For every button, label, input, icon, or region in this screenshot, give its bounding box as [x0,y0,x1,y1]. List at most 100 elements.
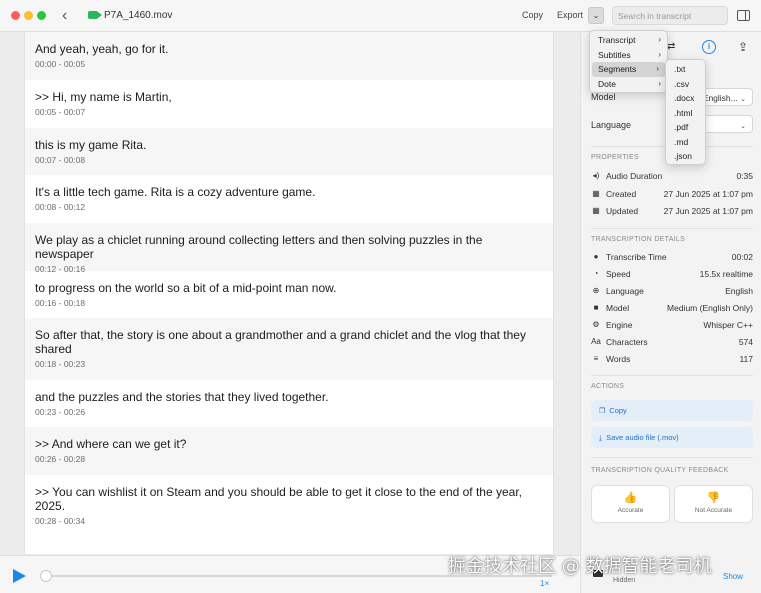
segment-time: 00:00 - 00:05 [35,59,86,69]
menu-item-dote[interactable]: Dote › [590,77,667,92]
transcription-details-header: TRANSCRIPTION DETAILS [591,236,686,243]
detail-value: 15.5x realtime [699,269,753,279]
list-icon: ≡ [593,354,599,363]
segment-time: 00:23 - 00:26 [35,407,86,417]
chevron-right-icon: › [658,35,661,44]
menu-item-subtitles[interactable]: Subtitles › [590,48,667,63]
detail-row: ≡ Words 117 [591,353,753,367]
search-input[interactable]: Search in transcript [612,6,728,25]
property-value: 27 Jun 2025 at 1:07 pm [663,206,753,216]
detail-value: English [725,286,753,296]
segment-time: 00:26 - 00:28 [35,454,86,464]
segment-text: And yeah, yeah, go for it. [35,42,169,56]
chevron-right-icon: › [656,64,659,73]
scrubber-handle[interactable] [40,570,52,582]
format-md[interactable]: .md [666,135,705,150]
export-chevron-button[interactable]: ⌄ [588,7,604,24]
segment-text: It's a little tech game. Rita is a cozy … [35,185,316,199]
segments-format-submenu: .txt .csv .docx .html .pdf .md .json [665,59,706,165]
chevron-down-icon: ⌄ [740,96,746,103]
segment-row[interactable]: this is my game Rita. 00:07 - 00:08 [25,128,553,175]
detail-label: Speed [606,269,631,279]
detail-row: ◔ Speed 15.5x realtime [591,268,753,282]
property-label: Updated [606,206,639,216]
detail-row: ● Transcribe Time 00:02 [591,251,753,265]
info-icon[interactable]: i [702,40,716,54]
save-audio-button[interactable]: ⤓ Save audio file (.mov) [591,427,753,448]
menu-item-label: Dote [598,78,616,89]
accurate-button[interactable]: 👍 Accurate [591,485,670,523]
segment-row[interactable]: It's a little tech game. Rita is a cozy … [25,175,553,223]
not-accurate-button[interactable]: 👎 Not Accurate [674,485,753,523]
thumbs-up-icon: 👍 [623,492,638,504]
property-value: 27 Jun 2025 at 1:07 pm [663,189,753,199]
property-row: ▦ Updated 27 Jun 2025 at 1:07 pm [591,205,753,219]
segment-time: 00:08 - 00:12 [35,202,86,212]
detail-value: Medium (English Only) [667,303,753,313]
gear-icon: ⚙ [592,320,600,329]
property-label: Created [606,189,637,199]
segment-text: So after that, the story is one about a … [35,328,526,356]
menu-item-label: Transcript [598,35,636,45]
cube-icon: ■ [593,303,599,312]
segment-row[interactable]: >> Hi, my name is Martin, 00:05 - 00:07 [25,80,553,128]
model-label: Model [591,92,616,102]
property-row: ◂) Audio Duration 0:35 [591,170,753,184]
segment-row[interactable]: And yeah, yeah, go for it. 00:00 - 00:05 [25,32,553,80]
zoom-window-button[interactable] [37,11,46,20]
minimize-window-button[interactable] [24,11,33,20]
segment-row[interactable]: to progress on the world so a bit of a m… [25,271,553,318]
menu-item-segments[interactable]: Segments › [592,62,665,77]
segment-time: 00:28 - 00:34 [35,516,86,526]
menu-item-transcript[interactable]: Transcript › [590,33,667,48]
clock-icon: ● [593,252,599,261]
accurate-label: Accurate [617,507,644,514]
detail-label: Language [606,286,644,296]
format-csv[interactable]: .csv [666,77,705,92]
detail-row: ⊕ Language English [591,285,753,299]
detail-label: Characters [606,337,648,347]
detail-label: Words [606,354,631,364]
divider [591,457,753,458]
copy-action-button[interactable]: ❐ Copy [591,400,753,421]
property-label: Audio Duration [606,171,663,181]
share-icon[interactable]: ⇪ [738,40,752,54]
chevron-right-icon: › [658,49,661,59]
play-icon[interactable] [13,569,26,583]
format-json[interactable]: .json [666,149,705,164]
segment-time: 00:18 - 00:23 [35,359,86,369]
segment-row[interactable]: and the puzzles and the stories that the… [25,380,553,427]
segment-text: >> You can wishlist it on Steam and you … [35,485,522,513]
video-file-icon [88,11,102,19]
segment-text: and the puzzles and the stories that the… [35,390,329,404]
segment-row[interactable]: We play as a chiclet running around coll… [25,223,553,274]
format-docx[interactable]: .docx [666,91,705,106]
playback-speed-button[interactable]: 1× [540,579,549,588]
segment-time: 00:05 - 00:07 [35,107,86,117]
copy-icon: ❐ [599,408,606,415]
segment-row[interactable]: >> And where can we get it? 00:26 - 00:2… [25,427,553,475]
save-audio-label: Save audio file (.mov) [606,433,679,442]
export-menu: Transcript › Subtitles › Segments › Dote › [589,30,668,93]
divider [591,228,753,229]
transcript-list[interactable]: And yeah, yeah, go for it. 00:00 - 00:05… [24,32,554,554]
sidebar-toggle-icon[interactable] [737,10,750,21]
copy-action-label: Copy [609,406,627,415]
calendar-icon: ▦ [592,206,600,215]
format-txt[interactable]: .txt [666,62,705,77]
show-video-button[interactable]: Show [723,572,743,581]
segment-row[interactable]: >> You can wishlist it on Steam and you … [25,475,553,554]
detail-row: ⚙ Engine Whisper C++ [591,319,753,333]
close-window-button[interactable] [11,11,20,20]
format-html[interactable]: .html [666,106,705,121]
copy-button[interactable]: Copy [522,10,543,20]
language-label: Language [591,120,632,130]
export-button[interactable]: Export [557,10,583,20]
segment-row[interactable]: So after that, the story is one about a … [25,318,553,380]
video-hidden-label: Hidden [613,577,636,584]
divider [591,375,753,376]
format-pdf[interactable]: .pdf [666,120,705,135]
translate-icon[interactable]: ⇄ [667,40,681,54]
back-chevron-icon[interactable]: ‹ [62,8,76,24]
detail-row: ■ Model Medium (English Only) [591,302,753,316]
